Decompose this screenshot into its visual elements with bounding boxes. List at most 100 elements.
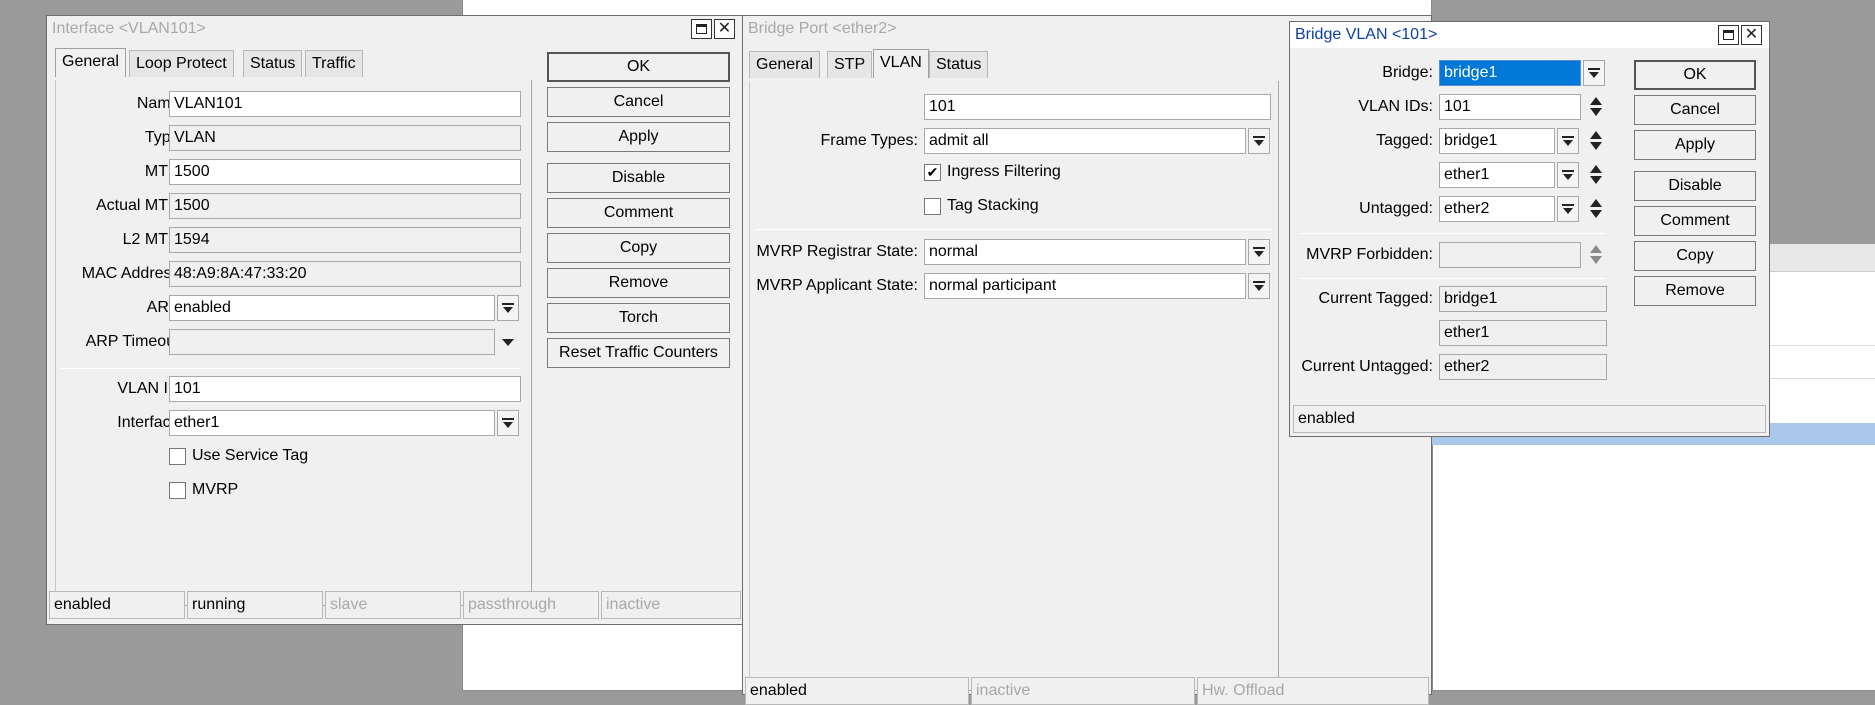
tab-loop-protect[interactable]: Loop Protect — [129, 50, 234, 77]
status-passthrough: passthrough — [463, 591, 599, 619]
untagged-label: Untagged: — [1359, 200, 1433, 217]
type-field: VLAN — [169, 125, 521, 151]
use-service-tag-checkbox[interactable] — [169, 448, 186, 465]
bridge-dropdown-icon[interactable] — [1583, 60, 1605, 86]
tagged-select[interactable]: ether1 — [1439, 162, 1555, 188]
remove-button[interactable]: Remove — [1634, 276, 1756, 306]
mvrp-applicant-dropdown-icon[interactable] — [1248, 273, 1270, 299]
arp-timeout-field[interactable] — [169, 329, 495, 355]
arp-select[interactable]: enabled — [169, 295, 495, 321]
status-hw-offload: Hw. Offload — [1197, 677, 1429, 705]
mvrp-checkbox[interactable] — [169, 482, 186, 499]
status-enabled: enabled — [49, 591, 185, 619]
vlan-ids-updown-icon[interactable] — [1585, 94, 1607, 120]
close-icon[interactable]: ✕ — [1741, 25, 1762, 45]
disable-button[interactable]: Disable — [1634, 171, 1756, 201]
tab-traffic[interactable]: Traffic — [305, 50, 363, 77]
current-tagged-label: Current Tagged: — [1318, 290, 1433, 307]
disable-button[interactable]: Disable — [547, 163, 730, 193]
copy-button[interactable]: Copy — [547, 233, 730, 263]
apply-button[interactable]: Apply — [1634, 130, 1756, 160]
tab-status[interactable]: Status — [929, 51, 989, 78]
untagged-updown-icon[interactable] — [1585, 196, 1607, 222]
mvrp-applicant-state-label: MVRP Applicant State: — [756, 277, 918, 294]
use-service-tag-label: Use Service Tag — [192, 447, 309, 464]
close-icon[interactable]: ✕ — [714, 19, 735, 39]
mvrp-forbidden-field[interactable] — [1439, 242, 1581, 268]
tag-stacking-label: Tag Stacking — [947, 197, 1039, 214]
tagged-dropdown-icon[interactable] — [1557, 162, 1579, 188]
ok-button[interactable]: OK — [1634, 60, 1756, 90]
untagged-dropdown-icon[interactable] — [1557, 196, 1579, 222]
divider — [61, 368, 521, 369]
bridge-select[interactable]: bridge1 — [1439, 60, 1581, 86]
status-inactive: inactive — [971, 677, 1195, 705]
vlan-ids-label: VLAN IDs: — [1358, 98, 1433, 115]
status-running: running — [187, 591, 323, 619]
ingress-filtering-checkbox[interactable]: ✔ — [924, 164, 941, 181]
maximize-icon[interactable] — [1718, 25, 1739, 45]
frame-types-select[interactable]: admit all — [924, 128, 1246, 154]
bridge-label: Bridge: — [1382, 64, 1433, 81]
current-tagged-field: ether1 — [1439, 320, 1607, 346]
interface-window-titlebar[interactable]: Interface <VLAN101> ✕ — [47, 16, 742, 42]
arp-timeout-expand-icon[interactable] — [497, 329, 519, 355]
mvrp-registrar-state-label: MVRP Registrar State: — [756, 243, 918, 260]
remove-button[interactable]: Remove — [547, 268, 730, 298]
actual-mtu-field: 1500 — [169, 193, 521, 219]
frame-types-dropdown-icon[interactable] — [1248, 128, 1270, 154]
name-field[interactable]: VLAN101 — [169, 91, 521, 117]
tab-general[interactable]: General — [55, 48, 126, 77]
mvrp-forbidden-label: MVRP Forbidden: — [1306, 246, 1433, 263]
copy-button[interactable]: Copy — [1634, 241, 1756, 271]
tab-status[interactable]: Status — [243, 50, 303, 77]
comment-button[interactable]: Comment — [1634, 206, 1756, 236]
maximize-icon[interactable] — [691, 19, 712, 39]
tag-stacking-checkbox[interactable] — [924, 198, 941, 215]
mvrp-forbidden-updown-icon[interactable] — [1585, 242, 1607, 268]
ingress-filtering-label: Ingress Filtering — [947, 163, 1061, 180]
reset-traffic-counters-button[interactable]: Reset Traffic Counters — [547, 338, 730, 368]
cancel-button[interactable]: Cancel — [1634, 95, 1756, 125]
tab-stp[interactable]: STP — [827, 51, 873, 78]
divider — [1300, 278, 1606, 279]
current-tagged-field: bridge1 — [1439, 286, 1607, 312]
tagged-label: Tagged: — [1376, 132, 1433, 149]
current-untagged-field: ether2 — [1439, 354, 1607, 380]
status-enabled: enabled — [745, 677, 969, 705]
status-slave: slave — [325, 591, 461, 619]
divider — [755, 229, 1271, 230]
status-enabled: enabled — [1293, 405, 1766, 433]
tagged-updown-icon[interactable] — [1585, 128, 1607, 154]
vlan-id-field[interactable]: 101 — [169, 376, 521, 402]
cancel-button[interactable]: Cancel — [547, 87, 730, 117]
l2-mtu-field: 1594 — [169, 227, 521, 253]
tagged-updown-icon[interactable] — [1585, 162, 1607, 188]
divider — [1300, 233, 1606, 234]
untagged-select[interactable]: ether2 — [1439, 196, 1555, 222]
mvrp-registrar-state-select[interactable]: normal — [924, 239, 1246, 265]
tagged-select[interactable]: bridge1 — [1439, 128, 1555, 154]
mac-address-field: 48:A9:8A:47:33:20 — [169, 261, 521, 287]
ok-button[interactable]: OK — [547, 52, 730, 82]
comment-button[interactable]: Comment — [547, 198, 730, 228]
interface-select[interactable]: ether1 — [169, 410, 495, 436]
mvrp-label: MVRP — [192, 481, 239, 498]
tab-vlan[interactable]: VLAN — [873, 49, 929, 78]
torch-button[interactable]: Torch — [547, 303, 730, 333]
tab-general[interactable]: General — [749, 51, 820, 78]
apply-button[interactable]: Apply — [547, 122, 730, 152]
pvid-field[interactable]: 101 — [924, 94, 1271, 120]
tagged-dropdown-icon[interactable] — [1557, 128, 1579, 154]
bridge-vlan-window-titlebar[interactable]: Bridge VLAN <101> ✕ — [1290, 22, 1769, 48]
mvrp-registrar-dropdown-icon[interactable] — [1248, 239, 1270, 265]
mvrp-applicant-state-select[interactable]: normal participant — [924, 273, 1246, 299]
window-title: Bridge Port <ether2> — [748, 20, 897, 37]
frame-types-label: Frame Types: — [820, 132, 918, 149]
vlan-ids-field[interactable]: 101 — [1439, 94, 1581, 120]
status-inactive: inactive — [601, 591, 741, 619]
window-title: Interface <VLAN101> — [52, 20, 206, 37]
arp-dropdown-icon[interactable] — [497, 295, 519, 321]
interface-dropdown-icon[interactable] — [497, 410, 519, 436]
mtu-field[interactable]: 1500 — [169, 159, 521, 185]
